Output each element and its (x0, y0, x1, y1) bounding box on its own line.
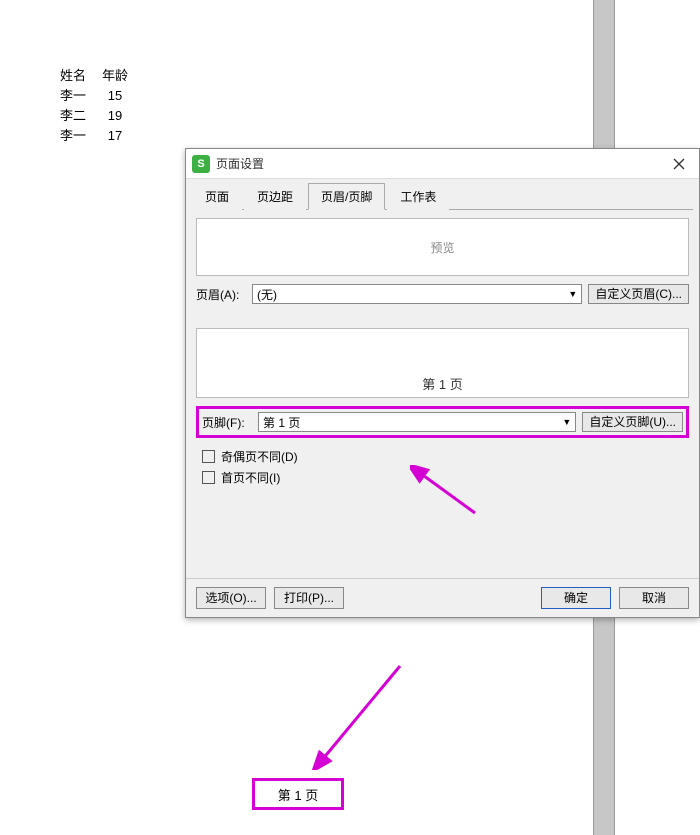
footer-row-highlight: 页脚(F): 第 1 页 ▼ 自定义页脚(U)... (196, 406, 689, 438)
col-header-name: 姓名 (60, 67, 100, 85)
custom-header-button[interactable]: 自定义页眉(C)... (588, 284, 689, 304)
custom-footer-button[interactable]: 自定义页脚(U)... (582, 412, 683, 432)
checkbox-icon (202, 471, 215, 484)
header-select[interactable]: (无) ▼ (252, 284, 582, 304)
header-label: 页眉(A): (196, 286, 252, 303)
header-select-value: (无) (257, 286, 277, 303)
annotation-arrow-icon (310, 660, 410, 770)
dialog-title: 页面设置 (216, 155, 659, 172)
cancel-button[interactable]: 取消 (619, 587, 689, 609)
dialog-button-bar: 选项(O)... 打印(P)... 确定 取消 (186, 578, 699, 617)
footer-select[interactable]: 第 1 页 ▼ (258, 412, 576, 432)
chevron-down-icon: ▼ (562, 417, 571, 427)
footer-label: 页脚(F): (202, 414, 258, 431)
page-footer-highlight: 第 1 页 (252, 778, 344, 810)
annotation-arrow-icon (410, 465, 480, 520)
footer-preview-text: 第 1 页 (422, 374, 462, 393)
table-header-row: 姓名 年龄 (60, 67, 142, 85)
table-row: 李二19 (60, 107, 142, 125)
tab-sheet[interactable]: 工作表 (387, 183, 449, 210)
dialog-body: 预览 页眉(A): (无) ▼ 自定义页眉(C)... 第 1 页 页脚(F):… (186, 210, 699, 578)
table-row: 李一15 (60, 87, 142, 105)
tab-margins[interactable]: 页边距 (244, 183, 306, 210)
ok-button[interactable]: 确定 (541, 587, 611, 609)
col-header-age: 年龄 (102, 67, 142, 85)
footer-row: 页脚(F): 第 1 页 ▼ 自定义页脚(U)... (202, 412, 683, 432)
page-footer-text: 第 1 页 (278, 785, 318, 804)
checkbox-icon (202, 450, 215, 463)
table-row: 李一17 (60, 127, 142, 145)
data-table: 姓名 年龄 李一15 李二19 李一17 (58, 65, 144, 147)
footer-preview: 第 1 页 (196, 328, 689, 398)
print-button[interactable]: 打印(P)... (274, 587, 344, 609)
app-icon: S (192, 155, 210, 173)
options-button[interactable]: 选项(O)... (196, 587, 266, 609)
dialog-titlebar: S 页面设置 (186, 149, 699, 179)
preview-label: 预览 (430, 239, 454, 256)
footer-select-value: 第 1 页 (263, 414, 300, 431)
chevron-down-icon: ▼ (568, 289, 577, 299)
checkbox-label: 奇偶页不同(D) (221, 448, 298, 465)
tab-bar: 页面 页边距 页眉/页脚 工作表 (186, 179, 699, 210)
tab-header-footer[interactable]: 页眉/页脚 (308, 183, 385, 210)
tab-page[interactable]: 页面 (192, 183, 242, 210)
checkbox-label: 首页不同(I) (221, 469, 280, 486)
header-row: 页眉(A): (无) ▼ 自定义页眉(C)... (196, 284, 689, 304)
page-setup-dialog: S 页面设置 页面 页边距 页眉/页脚 工作表 预览 页眉(A): (无) ▼ … (185, 148, 700, 618)
close-icon[interactable] (659, 149, 699, 179)
header-preview: 预览 (196, 218, 689, 276)
checkbox-odd-even[interactable]: 奇偶页不同(D) (202, 448, 689, 465)
